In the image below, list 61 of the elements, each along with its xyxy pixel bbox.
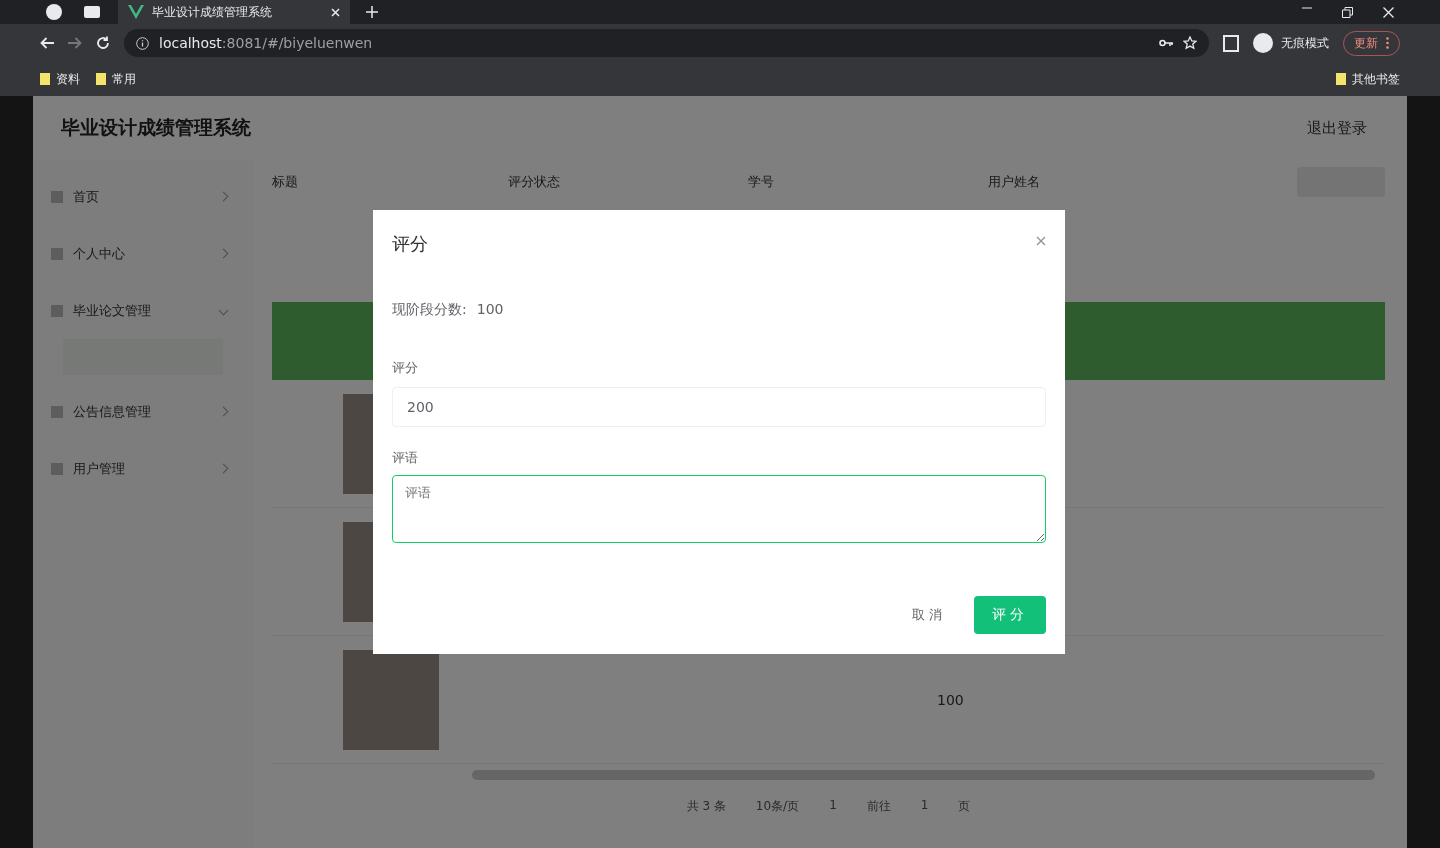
menu-item-label: 毕业论文管理 bbox=[73, 301, 151, 320]
info-icon bbox=[136, 36, 149, 50]
tab-switch-icon[interactable] bbox=[84, 6, 100, 18]
menu-item-icon bbox=[51, 405, 63, 418]
address-bar[interactable]: localhost:8081/#/biyeluenwen bbox=[124, 29, 1209, 57]
restore-icon[interactable] bbox=[1342, 6, 1353, 18]
column-header: 用户姓名 bbox=[988, 173, 1041, 191]
current-page[interactable]: 1 bbox=[829, 798, 837, 815]
dialog-title: 评分 bbox=[392, 232, 428, 256]
side-panel-icon[interactable] bbox=[1223, 34, 1239, 52]
stage-score-label: 现阶段分数: bbox=[392, 301, 467, 319]
menu-item-icon bbox=[51, 304, 63, 317]
incognito-icon bbox=[1253, 33, 1273, 53]
column-header: 评分状态 bbox=[508, 173, 561, 191]
reload-icon[interactable] bbox=[96, 36, 110, 50]
menu-item-label: 个人中心 bbox=[73, 244, 125, 263]
app-title: 毕业设计成绩管理系统 bbox=[61, 115, 251, 140]
goto-field[interactable]: 1 bbox=[920, 798, 929, 815]
bookmark[interactable]: 资料 bbox=[40, 70, 80, 88]
goto-label: 前往 bbox=[866, 798, 891, 815]
minimize-icon[interactable] bbox=[1302, 6, 1312, 9]
score-label: 评分 bbox=[392, 359, 419, 377]
menu-item-label: 公告信息管理 bbox=[73, 402, 151, 421]
menu-item-icon bbox=[51, 190, 63, 203]
page-size-select[interactable]: 10条/页 bbox=[755, 798, 800, 815]
total-count: 共 3 条 bbox=[686, 798, 726, 815]
bookmark[interactable]: 常用 bbox=[96, 70, 136, 88]
more-icon[interactable] bbox=[1386, 37, 1389, 49]
submit-button[interactable]: 评分 bbox=[974, 596, 1046, 634]
back-icon[interactable] bbox=[40, 37, 54, 49]
vue-logo-icon bbox=[128, 5, 144, 19]
tab-title: 毕业设计成绩管理系统 bbox=[152, 3, 273, 21]
url-text: localhost:8081/#/biyeluenwen bbox=[159, 35, 374, 51]
horizontal-scrollbar[interactable] bbox=[472, 770, 1375, 780]
key-icon[interactable] bbox=[1159, 39, 1173, 47]
sidebar-item[interactable]: 个人中心 bbox=[33, 225, 253, 282]
star-icon[interactable] bbox=[1183, 36, 1197, 50]
stage-score-value: 100 bbox=[476, 301, 504, 319]
forward-icon[interactable] bbox=[68, 37, 82, 49]
new-tab-icon[interactable] bbox=[366, 6, 378, 18]
menu-item-label: 用户管理 bbox=[73, 459, 125, 478]
menu-item-icon bbox=[51, 247, 63, 260]
score-field[interactable]: 200 bbox=[392, 387, 1046, 427]
logout-link[interactable]: 退出登录 bbox=[1307, 118, 1367, 138]
comment-label: 评语 bbox=[392, 449, 419, 467]
other-bookmarks[interactable]: 其他书签 bbox=[1336, 70, 1400, 88]
browser-tab[interactable]: 毕业设计成绩管理系统 bbox=[118, 0, 350, 24]
sidebar-item[interactable]: 用户管理 bbox=[33, 440, 253, 497]
sidebar-item[interactable]: 毕业论文管理 bbox=[33, 282, 253, 339]
column-header: 标题 bbox=[272, 173, 299, 191]
column-header: 学号 bbox=[748, 173, 775, 191]
sidebar-item[interactable]: 首页 bbox=[33, 168, 253, 225]
menu-item-icon bbox=[51, 462, 63, 475]
close-tab-icon[interactable] bbox=[331, 7, 340, 17]
incognito-label: 无痕模式 bbox=[1281, 34, 1329, 52]
comment-field[interactable]: 评语 bbox=[392, 475, 1046, 543]
table-cell: 100 bbox=[937, 691, 964, 708]
menu-item-label: 首页 bbox=[73, 187, 99, 206]
browser-logo-icon[interactable] bbox=[46, 4, 62, 20]
sidebar-item[interactable]: 公告信息管理 bbox=[33, 383, 253, 440]
page-suffix: 页 bbox=[958, 798, 971, 815]
